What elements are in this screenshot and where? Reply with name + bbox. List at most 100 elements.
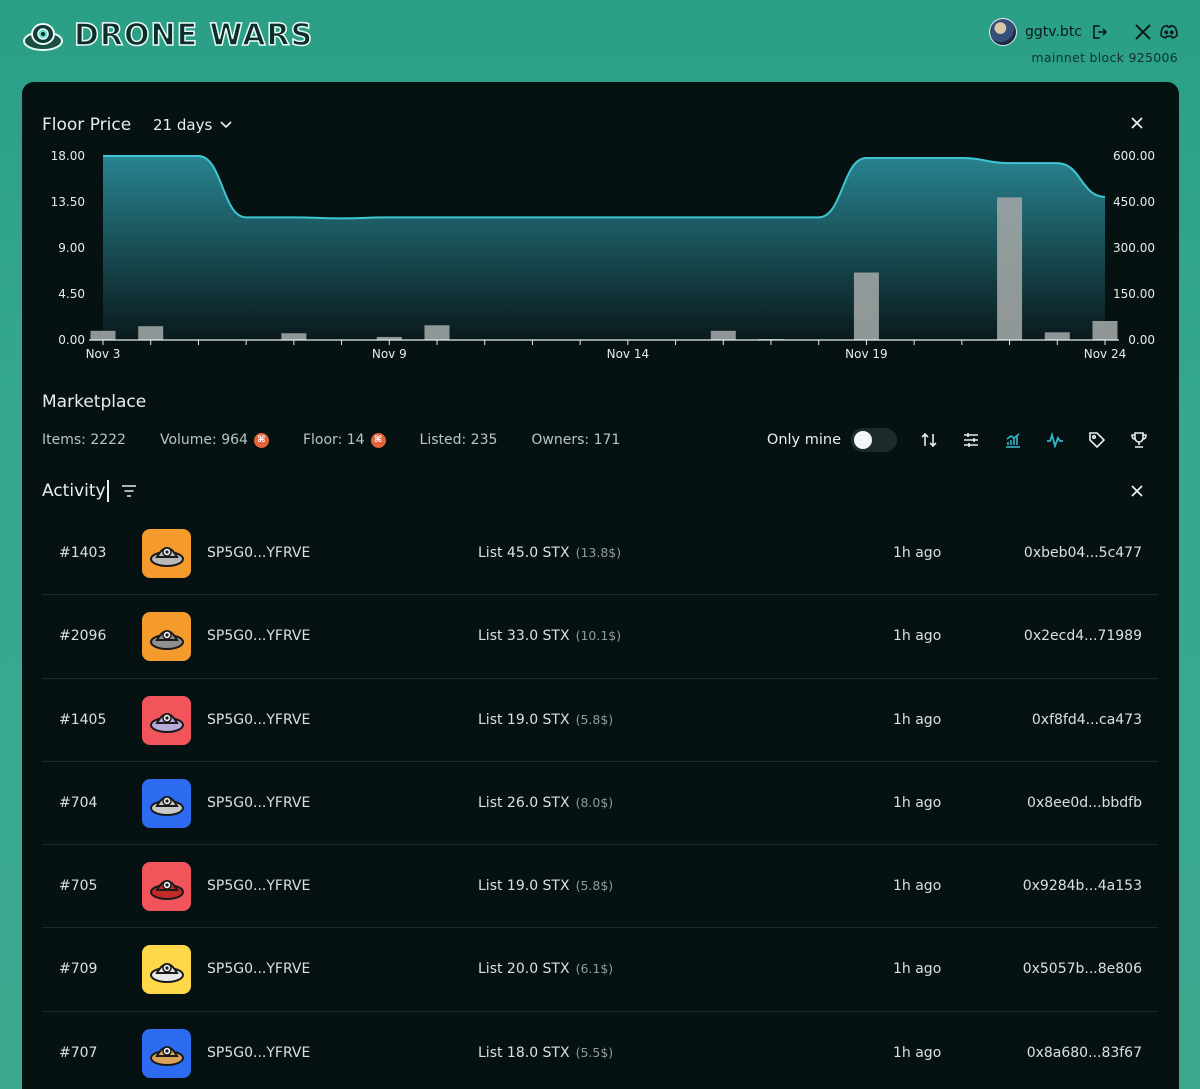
drone-icon (149, 1046, 184, 1067)
list-action: List 19.0 STX (5.8$) (478, 878, 613, 894)
seller-address[interactable]: SP5G0...YFRVE (207, 795, 310, 811)
main-panel: Floor Price 21 days Nov 3 Nov 9 Nov 14 Nov … (22, 82, 1179, 1089)
stx-coin-icon: ⌘ (370, 432, 386, 448)
activity-title: Activity (42, 480, 109, 502)
range-dropdown[interactable]: 21 days (153, 116, 232, 134)
list-action: List 18.0 STX (5.5$) (478, 1045, 613, 1061)
marketplace-toolbar: Only mine (767, 428, 1149, 452)
token-id[interactable]: #707 (59, 1045, 97, 1061)
tx-hash[interactable]: 0x5057b...8e806 (1023, 961, 1142, 977)
seller-address[interactable]: SP5G0...YFRVE (207, 878, 310, 894)
logout-icon[interactable] (1090, 23, 1108, 41)
y-right-tick-label: 600.00 (1113, 149, 1155, 163)
drone-thumbnail[interactable] (142, 945, 191, 995)
stat-volume: Volume: 964 ⌘ (160, 432, 269, 448)
marketplace-stats: Items: 2222 Volume: 964 ⌘ Floor: 14 ⌘ List… (42, 432, 654, 448)
stat-owners: Owners: 171 (531, 432, 620, 448)
volume-bar (1092, 320, 1118, 340)
x-tick-label: Nov 9 (372, 347, 407, 361)
drone-thumbnail[interactable] (142, 862, 191, 912)
avatar[interactable] (989, 18, 1018, 46)
seller-address[interactable]: SP5G0...YFRVE (207, 961, 310, 977)
activity-row[interactable]: #1403 SP5G0...YFRVE List 45.0 STX (13.8$)… (42, 512, 1158, 596)
activity-row[interactable]: #704 SP5G0...YFRVE List 26.0 STX (8.0$) 1… (42, 762, 1158, 846)
y-right-tick-label: 150.00 (1113, 287, 1155, 301)
volume-chart-icon[interactable] (1003, 430, 1023, 450)
sort-icon[interactable] (919, 430, 939, 450)
tx-hash[interactable]: 0xf8fd4...ca473 (1032, 712, 1142, 728)
stat-owners-text: Owners: 171 (531, 432, 621, 448)
stat-items: Items: 2222 (42, 432, 126, 448)
logo-text: DRONE WARS (73, 17, 314, 54)
volume-bar (710, 330, 736, 340)
timestamp: 1h ago (893, 878, 942, 895)
only-mine-toggle[interactable] (851, 428, 897, 452)
drone-thumbnail[interactable] (142, 1028, 191, 1078)
seller-address[interactable]: SP5G0...YFRVE (207, 712, 310, 728)
token-id[interactable]: #704 (59, 795, 97, 811)
drone-thumbnail[interactable] (142, 529, 191, 578)
x-tick-label: Nov 3 (86, 347, 121, 361)
logo[interactable]: DRONE WARS (22, 14, 313, 56)
volume-bar (281, 333, 307, 340)
token-id[interactable]: #709 (59, 961, 97, 977)
token-id[interactable]: #1405 (59, 712, 106, 728)
tx-hash[interactable]: 0x2ecd4...71989 (1024, 628, 1142, 644)
activity-row[interactable]: #709 SP5G0...YFRVE List 20.0 STX (6.1$) 1… (42, 928, 1158, 1012)
y-right-tick-label: 0.00 (1128, 333, 1155, 347)
timestamp: 1h ago (893, 711, 942, 728)
close-chart-button[interactable] (1127, 113, 1147, 133)
close-icon (1131, 117, 1143, 129)
drone-thumbnail[interactable] (142, 695, 191, 745)
stat-listed: Listed: 235 (420, 432, 498, 448)
discord-icon[interactable] (1160, 23, 1178, 41)
stat-floor-text: Floor: 14 (302, 432, 365, 448)
list-price: List 19.0 STX (478, 711, 570, 728)
drone-icon (149, 963, 184, 983)
list-action: List 45.0 STX (13.8$) (478, 545, 621, 561)
user-menu: ggtv.btc (989, 18, 1178, 46)
trophy-icon[interactable] (1129, 430, 1149, 450)
x-twitter-icon[interactable] (1134, 23, 1152, 41)
username[interactable]: ggtv.btc (1025, 24, 1082, 40)
seller-address[interactable]: SP5G0...YFRVE (207, 545, 310, 561)
token-id[interactable]: #705 (59, 878, 97, 894)
token-id[interactable]: #1403 (59, 545, 106, 561)
close-activity-button[interactable] (1127, 481, 1147, 501)
activity-header: Activity (42, 480, 139, 502)
seller-address[interactable]: SP5G0...YFRVE (207, 1045, 310, 1061)
y-left-tick-label: 13.50 (51, 195, 85, 209)
tx-hash[interactable]: 0x9284b...4a153 (1023, 878, 1142, 894)
usd-price: (13.8$) (575, 545, 622, 560)
activity-row[interactable]: #705 SP5G0...YFRVE List 19.0 STX (5.8$) 1… (42, 845, 1158, 929)
y-left-tick-label: 4.50 (58, 287, 85, 301)
usd-price: (5.8$) (575, 711, 614, 727)
x-tick-label: Nov 24 (1084, 347, 1127, 361)
sliders-icon[interactable] (961, 430, 981, 450)
timestamp: 1h ago (893, 628, 942, 645)
seller-address[interactable]: SP5G0...YFRVE (207, 628, 310, 644)
volume-bar (138, 326, 164, 340)
block-info: mainnet block 925006 (1031, 50, 1178, 65)
activity-row[interactable]: #707 SP5G0...YFRVE List 18.0 STX (5.5$) 1… (42, 1012, 1158, 1089)
drone-thumbnail[interactable] (142, 778, 191, 828)
tx-hash[interactable]: 0x8ee0d...bbdfb (1027, 795, 1142, 811)
token-id[interactable]: #2096 (59, 628, 106, 644)
volume-bar (1044, 332, 1070, 340)
activity-row[interactable]: #1405 SP5G0...YFRVE List 19.0 STX (5.8$) … (42, 679, 1158, 762)
floor-area (103, 156, 1105, 340)
activity-row[interactable]: #2096 SP5G0...YFRVE List 33.0 STX (10.1$)… (42, 595, 1158, 679)
activity-pulse-icon[interactable] (1045, 430, 1065, 450)
drone-icon (149, 879, 184, 900)
y-left-tick-label: 18.00 (51, 149, 85, 163)
tag-icon[interactable] (1087, 430, 1107, 450)
range-dropdown-value: 21 days (153, 116, 213, 134)
list-price: List 20.0 STX (478, 961, 570, 978)
drone-thumbnail[interactable] (142, 612, 191, 662)
stx-coin-icon: ⌘ (253, 432, 269, 448)
drone-logo-icon (23, 23, 63, 51)
tx-hash[interactable]: 0x8a680...83f67 (1027, 1045, 1142, 1061)
filter-icon[interactable] (119, 481, 139, 501)
list-price: List 19.0 STX (478, 878, 570, 895)
tx-hash[interactable]: 0xbeb04...5c477 (1024, 545, 1142, 561)
